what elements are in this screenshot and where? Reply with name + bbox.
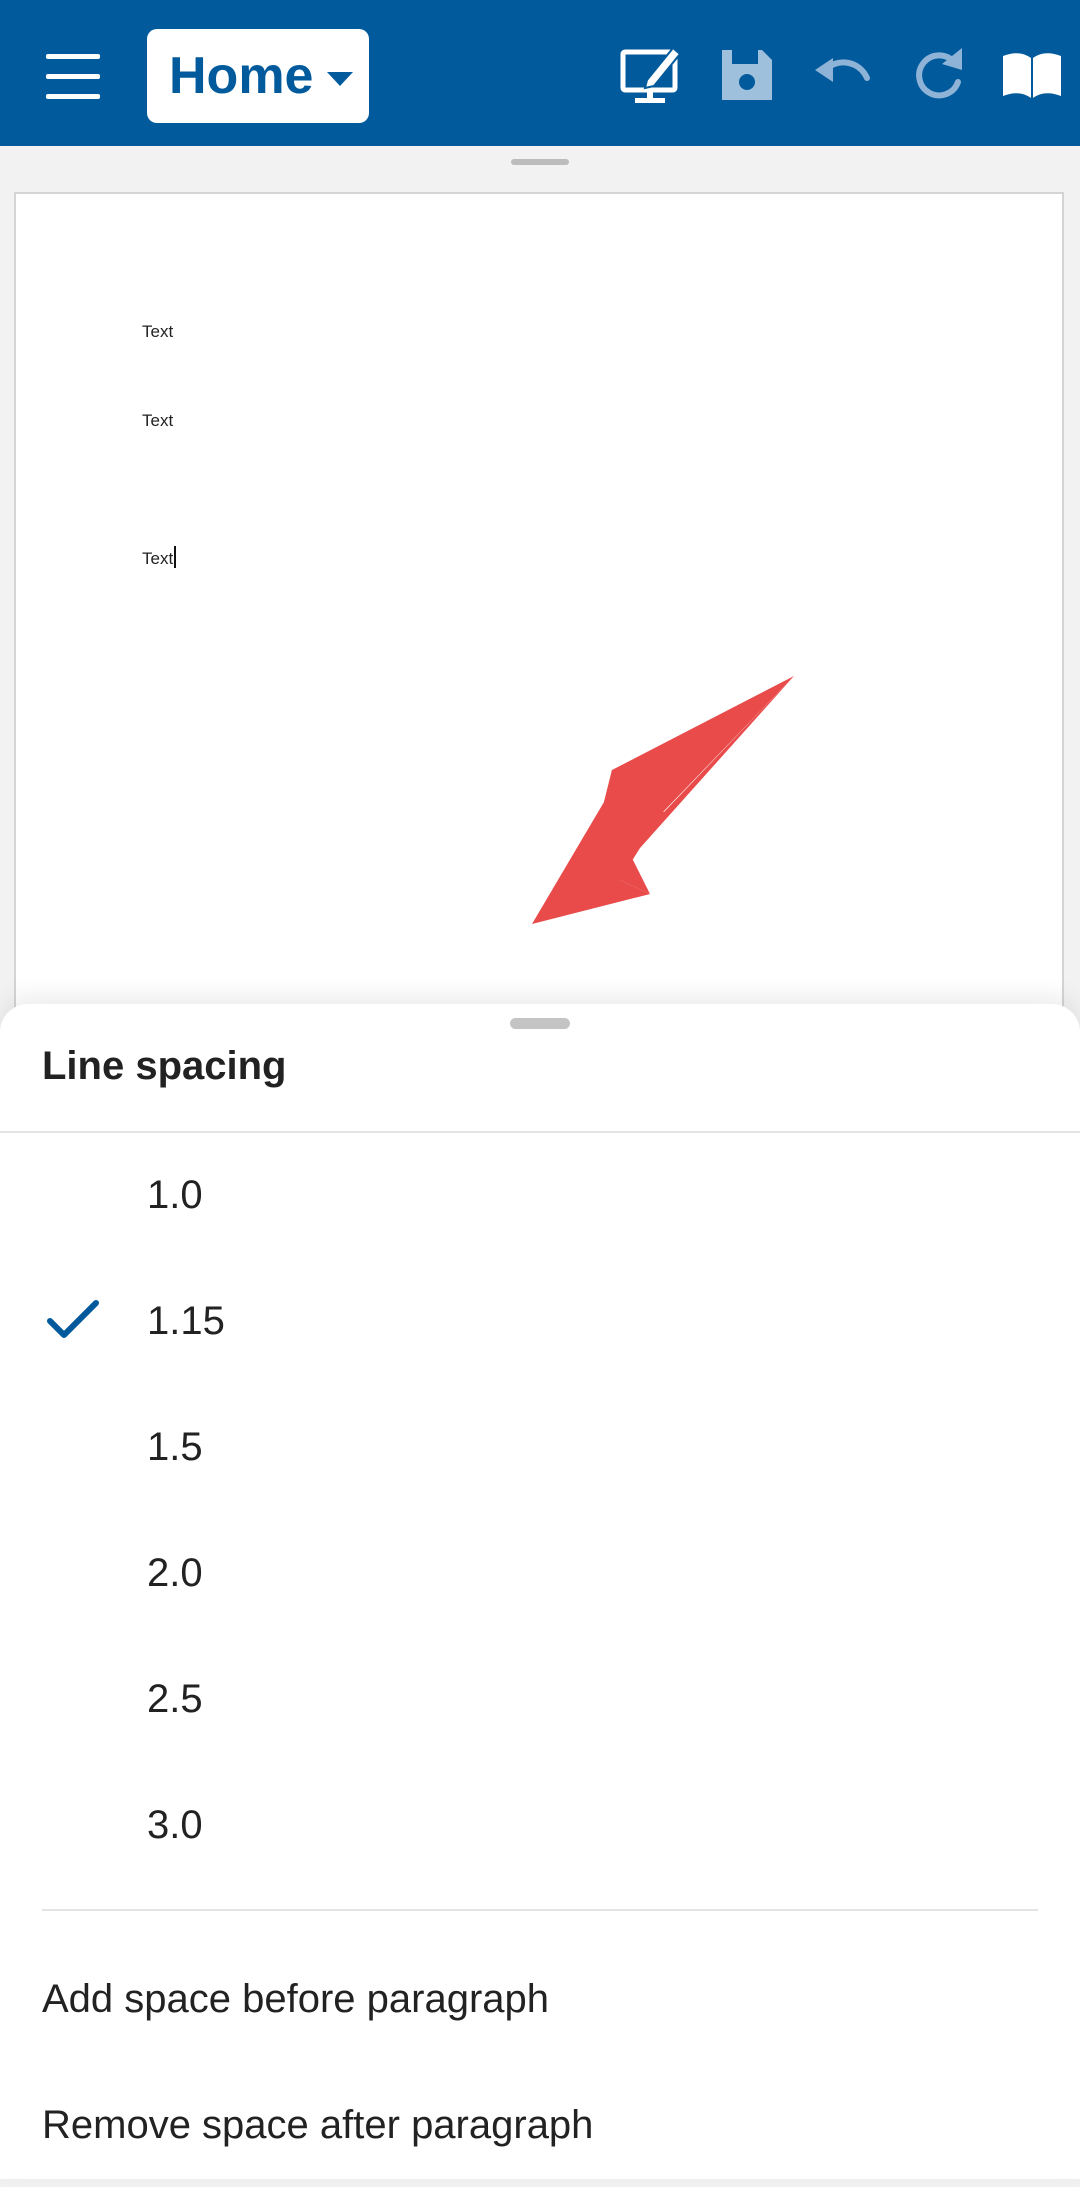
checkmark-icon bbox=[47, 1300, 99, 1338]
line-spacing-option-3-0[interactable]: 3.0 bbox=[0, 1765, 1080, 1891]
line-spacing-option-2-5[interactable]: 2.5 bbox=[0, 1639, 1080, 1765]
remove-space-after-paragraph-button[interactable]: Remove space after paragraph bbox=[0, 2067, 1080, 2187]
line-spacing-option-2-0[interactable]: 2.0 bbox=[0, 1513, 1080, 1639]
read-mode-button[interactable] bbox=[997, 40, 1067, 110]
save-icon bbox=[722, 50, 772, 100]
view-selector-label: Home bbox=[169, 47, 314, 105]
annotation-arrow-icon bbox=[532, 676, 794, 924]
redo-button[interactable] bbox=[902, 40, 972, 110]
line-spacing-option-1-15[interactable]: 1.15 bbox=[0, 1261, 1080, 1387]
document-line-text: Text bbox=[142, 549, 174, 568]
document-line[interactable]: Text bbox=[142, 411, 173, 431]
menu-icon-bar bbox=[46, 94, 100, 99]
line-spacing-option-1-5[interactable]: 1.5 bbox=[0, 1387, 1080, 1513]
divider bbox=[0, 1131, 1080, 1133]
redo-icon bbox=[916, 48, 962, 99]
menu-icon-bar bbox=[46, 74, 100, 79]
sheet-drag-handle[interactable] bbox=[510, 1018, 570, 1029]
option-label: 1.0 bbox=[147, 1173, 203, 1217]
line-spacing-option-1-0[interactable]: 1.0 bbox=[0, 1135, 1080, 1261]
sheet-title: Line spacing bbox=[42, 1044, 287, 1088]
menu-icon bbox=[46, 54, 100, 59]
read-mode-icon bbox=[1003, 53, 1061, 98]
undo-icon bbox=[815, 58, 870, 82]
line-spacing-sheet: Line spacing 1.0 1.15 1.5 2.0 2.5 3.0 Ad… bbox=[0, 1004, 1080, 2179]
divider bbox=[42, 1909, 1038, 1911]
menu-button[interactable] bbox=[30, 40, 116, 112]
document-line[interactable]: Text bbox=[142, 322, 173, 342]
text-cursor bbox=[174, 546, 177, 568]
action-label: Remove space after paragraph bbox=[42, 2103, 594, 2147]
toolbar-resize-strip bbox=[0, 146, 1080, 184]
add-space-before-paragraph-button[interactable]: Add space before paragraph bbox=[0, 1941, 1080, 2061]
action-label: Add space before paragraph bbox=[42, 1977, 550, 2021]
undo-button[interactable] bbox=[807, 40, 877, 110]
top-toolbar: Home bbox=[0, 0, 1080, 146]
document-line-current[interactable]: Text bbox=[142, 546, 177, 569]
option-label: 3.0 bbox=[147, 1803, 203, 1847]
presentation-edit-icon bbox=[620, 46, 682, 103]
edit-mode-button[interactable] bbox=[617, 40, 687, 110]
option-label: 2.0 bbox=[147, 1551, 203, 1595]
option-label: 2.5 bbox=[147, 1677, 203, 1721]
toolbar-drag-handle[interactable] bbox=[511, 159, 569, 165]
option-label: 1.5 bbox=[147, 1425, 203, 1469]
view-selector-button[interactable]: Home bbox=[147, 29, 369, 123]
chevron-down-icon bbox=[327, 72, 353, 86]
save-button[interactable] bbox=[712, 40, 782, 110]
option-label: 1.15 bbox=[147, 1299, 225, 1343]
